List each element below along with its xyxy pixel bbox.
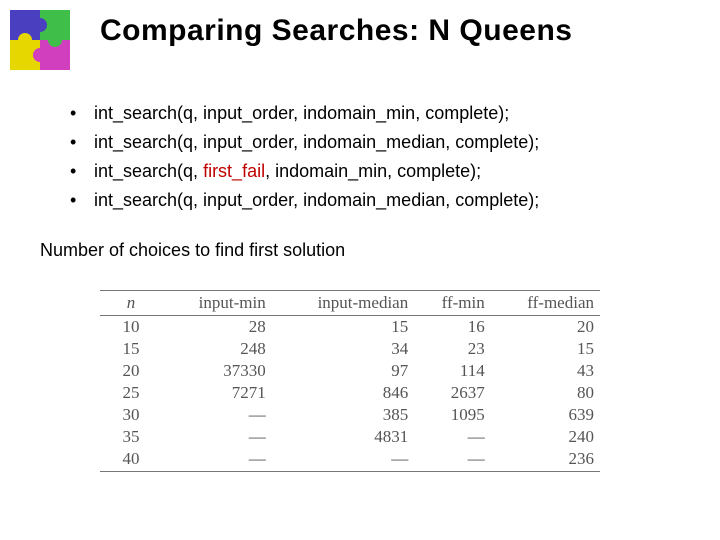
table-caption: Number of choices to find first solution [40, 240, 345, 261]
slide: Comparing Searches: N Queens • int_searc… [0, 0, 720, 540]
col-header-ff-min: ff-min [414, 291, 491, 316]
results-table: n input-min input-median ff-min ff-media… [100, 290, 600, 472]
table-row: 20 37330 97 114 43 [100, 360, 600, 382]
first-fail-highlight: first_fail [203, 161, 265, 181]
table-body: 10 28 15 16 20 15 248 34 23 15 20 37330 … [100, 316, 600, 472]
slide-title: Comparing Searches: N Queens [100, 14, 700, 48]
bullet-text: int_search(q, input_order, indomain_medi… [94, 187, 539, 214]
table-header-row: n input-min input-median ff-min ff-media… [100, 291, 600, 316]
bullet-item: • int_search(q, input_order, indomain_me… [70, 129, 680, 156]
bullet-dot-icon: • [70, 158, 94, 185]
bullet-dot-icon: • [70, 100, 94, 127]
col-header-input-min: input-min [162, 291, 272, 316]
bullet-text: int_search(q, input_order, indomain_min,… [94, 100, 509, 127]
table-row: 30 — 385 1095 639 [100, 404, 600, 426]
table-row: 40 — — — 236 [100, 448, 600, 472]
puzzle-logo-icon [10, 10, 70, 70]
bullet-text: int_search(q, first_fail, indomain_min, … [94, 158, 481, 185]
table-row: 10 28 15 16 20 [100, 316, 600, 339]
table-row: 35 — 4831 — 240 [100, 426, 600, 448]
col-header-ff-median: ff-median [491, 291, 600, 316]
bullet-dot-icon: • [70, 187, 94, 214]
bullet-item: • int_search(q, input_order, indomain_me… [70, 187, 680, 214]
col-header-input-median: input-median [272, 291, 414, 316]
bullet-list: • int_search(q, input_order, indomain_mi… [70, 100, 680, 216]
bullet-item: • int_search(q, input_order, indomain_mi… [70, 100, 680, 127]
bullet-dot-icon: • [70, 129, 94, 156]
bullet-item: • int_search(q, first_fail, indomain_min… [70, 158, 680, 185]
table-row: 25 7271 846 2637 80 [100, 382, 600, 404]
bullet-text: int_search(q, input_order, indomain_medi… [94, 129, 539, 156]
table-row: 15 248 34 23 15 [100, 338, 600, 360]
col-header-n: n [100, 291, 162, 316]
